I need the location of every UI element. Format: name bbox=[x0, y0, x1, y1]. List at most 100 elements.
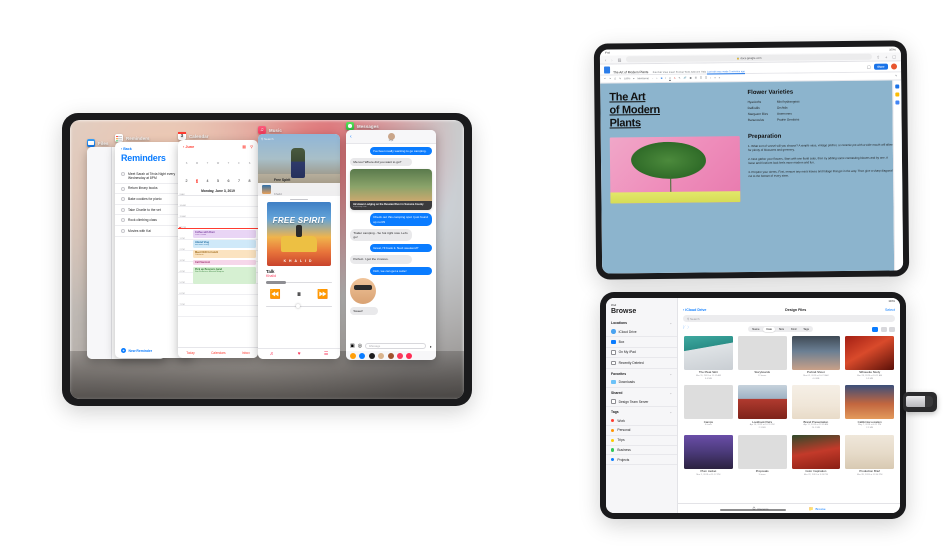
keep-icon[interactable] bbox=[895, 84, 900, 89]
checkbox-icon[interactable] bbox=[121, 171, 125, 176]
calendar-tab-calendars[interactable]: Calendars bbox=[211, 351, 226, 355]
sidebar-item-tag-projects[interactable]: Projects bbox=[606, 455, 677, 466]
rewind-icon[interactable]: ⏪ bbox=[270, 289, 281, 300]
playback-scrubber[interactable] bbox=[266, 280, 332, 285]
align-center-icon[interactable]: ☰ bbox=[700, 77, 702, 80]
sidebar-item-design-team-server[interactable]: Design Team Server bbox=[606, 397, 677, 408]
view-toggle-group[interactable] bbox=[872, 326, 895, 332]
message-input[interactable]: iMessage bbox=[365, 343, 427, 349]
line-spacing-icon[interactable]: ↕ bbox=[710, 76, 711, 79]
message-link-preview[interactable]: Airstream Lodging on the Russian River i… bbox=[350, 169, 432, 211]
message-bubble-out[interactable]: I've been really wanting to go camping. bbox=[369, 147, 432, 156]
tab-overview-icon[interactable]: ☐ bbox=[892, 54, 896, 59]
app-animoji-icon[interactable] bbox=[387, 352, 394, 359]
chevron-down-icon[interactable]: ⌄ bbox=[669, 391, 672, 395]
back-icon[interactable]: ‹ bbox=[605, 57, 606, 62]
text-color-icon[interactable]: A bbox=[674, 77, 676, 80]
app-photos-icon[interactable] bbox=[350, 352, 356, 359]
message-bubble-out[interactable]: Ooh, we can get a suite! bbox=[369, 266, 432, 275]
sidebar-item-icloud-drive[interactable]: iCloud Drive bbox=[606, 327, 677, 338]
document-title[interactable]: The Art of Modern Plants bbox=[613, 70, 648, 74]
message-bubble-in[interactable]: Sweet! bbox=[350, 306, 378, 315]
library-tab-icon[interactable]: ♬ bbox=[270, 351, 275, 357]
file-cell[interactable]: Portrait Shoot Mar 02, 2019 at 10:21 AM … bbox=[791, 336, 841, 380]
file-cell[interactable]: Production Brief Mar 28, 2019 at 12:04 P… bbox=[845, 434, 894, 477]
bullet-list-icon[interactable]: ≡ bbox=[714, 76, 715, 79]
calendar-event[interactable]: Call Santosh bbox=[193, 259, 256, 265]
file-cell[interactable]: Color Inspiration Mar 22, 2019 at 3:24 P… bbox=[791, 434, 841, 477]
docs-menubar[interactable]: File Edit View Insert Format Tools Add-o… bbox=[653, 71, 745, 74]
numbered-list-icon[interactable]: ≡ bbox=[719, 76, 720, 79]
sidebar-item-recently-deleted[interactable]: Recently Deleted bbox=[606, 358, 677, 369]
sort-option-name[interactable]: Name bbox=[749, 327, 763, 332]
calendar-tab-inbox[interactable]: Inbox bbox=[242, 351, 250, 355]
home-indicator[interactable] bbox=[720, 509, 786, 511]
calendar-event[interactable]: Pick up Boomers band San Francisco Marri… bbox=[193, 266, 256, 284]
print-icon[interactable]: ⎙ bbox=[614, 77, 616, 80]
tab-browse[interactable]: 📁 Browse bbox=[809, 506, 826, 511]
last-edit-label[interactable]: Last edit was made 5 minutes ago bbox=[707, 71, 745, 73]
font-size-increase[interactable]: + bbox=[656, 77, 657, 80]
back-button[interactable]: ‹ iCloud Drive bbox=[683, 308, 706, 312]
sidebar-item-box[interactable]: Box bbox=[606, 337, 677, 348]
memoji-sticker[interactable] bbox=[350, 277, 376, 304]
redo-icon[interactable]: ↷ bbox=[609, 77, 611, 80]
new-tab-icon[interactable]: + bbox=[885, 54, 887, 59]
underline-icon[interactable]: U bbox=[669, 77, 671, 80]
link-icon[interactable]: 🔗 bbox=[683, 77, 686, 80]
calendar-event[interactable]: Meet CEO for lunch Cafeteria bbox=[193, 249, 256, 258]
checkbox-icon[interactable] bbox=[121, 229, 125, 234]
calendar-back-month[interactable]: ‹ June bbox=[183, 145, 194, 149]
calendar-day-selected[interactable]: M 3 bbox=[194, 151, 201, 187]
account-avatar[interactable] bbox=[890, 63, 898, 70]
calendar-icon[interactable] bbox=[895, 100, 900, 105]
calendar-day[interactable]: W 5 bbox=[215, 151, 222, 187]
mini-player[interactable]: Free Spirit Khalid bbox=[258, 178, 340, 196]
sort-option-size[interactable]: Size bbox=[776, 327, 788, 332]
sidebar-item-tag-business[interactable]: Business bbox=[606, 446, 677, 456]
sidebar-item-tag-work[interactable]: Work bbox=[606, 416, 677, 427]
message-bubble-out[interactable]: Great, I'll book it. Next weekend? bbox=[369, 244, 432, 253]
volume-slider[interactable] bbox=[266, 303, 332, 309]
switcher-card-calendar[interactable]: ‹ June ▦ ⚲ S 2 M 3 T 4 W 5 T 6 F 7 S 8 M… bbox=[178, 140, 258, 358]
chevron-down-icon[interactable]: ⌄ bbox=[669, 321, 672, 325]
search-field[interactable]: ⚲ Search bbox=[261, 137, 274, 141]
calendar-day[interactable]: S 8 bbox=[246, 151, 253, 187]
italic-icon[interactable]: I bbox=[665, 77, 666, 80]
app-memoji-icon[interactable] bbox=[359, 352, 366, 359]
checkbox-icon[interactable] bbox=[121, 207, 125, 212]
checkbox-icon[interactable] bbox=[121, 186, 125, 191]
app-apple-music-icon[interactable] bbox=[396, 352, 403, 359]
switcher-card-messages[interactable]: ‹ Mya I've been really wanting to go cam… bbox=[346, 130, 436, 360]
calendar-grid[interactable]: 9 AM 10 AM 11 AM 12 PM 1 PM 2 PM 3 PM 4 … bbox=[178, 194, 258, 317]
sidebar-group-favorites[interactable]: Favorites ⌄ bbox=[606, 369, 677, 378]
calendar-tab-today[interactable]: Today bbox=[186, 351, 195, 355]
edit-mode-icon[interactable]: ✎ bbox=[895, 74, 897, 77]
sidebar-group-locations[interactable]: Locations ⌄ bbox=[606, 318, 677, 327]
calendar-event[interactable]: Attend Vlog Mid Hills Valley bbox=[193, 239, 256, 248]
bold-icon[interactable]: B bbox=[661, 77, 663, 80]
calendar-day[interactable]: F 7 bbox=[236, 151, 243, 187]
paint-format-icon[interactable]: ✎ bbox=[619, 77, 621, 80]
sidebar-item-tag-trips[interactable]: Trips bbox=[606, 436, 677, 446]
search-input[interactable]: ⚲ Search bbox=[683, 315, 895, 322]
sidebar-item-on-my-ipad[interactable]: On My iPad bbox=[606, 348, 677, 359]
switcher-card-music[interactable]: ⚲ Search Free Spirit Khalid FREE SPIRIT bbox=[258, 134, 340, 359]
message-bubble-in[interactable]: Me too! Where did you want to go? bbox=[350, 158, 413, 167]
sidebar-group-tags[interactable]: Tags ⌄ bbox=[606, 407, 677, 416]
chevron-down-icon[interactable]: ⌄ bbox=[669, 372, 672, 376]
search-icon[interactable]: ⚲ bbox=[250, 144, 253, 149]
message-bubble-in[interactable]: Trailer camping - So hot right now. Let'… bbox=[350, 228, 413, 242]
share-button[interactable]: Share bbox=[873, 63, 889, 70]
apple-pencil[interactable] bbox=[903, 392, 937, 412]
new-folder-icon[interactable]: 🗁 bbox=[683, 325, 689, 333]
calendar-view-icon[interactable]: ▦ bbox=[242, 144, 246, 149]
file-cell[interactable]: Brand Presentation Apr 11, 2019 at 12:05… bbox=[791, 385, 841, 429]
align-left-icon[interactable]: ☰ bbox=[695, 77, 697, 80]
pause-icon[interactable]: ⏸ bbox=[297, 289, 302, 300]
sort-option-date[interactable]: Date bbox=[763, 326, 776, 332]
file-cell[interactable]: Silhouette Study Mar 28, 2019 at 10:11 A… bbox=[845, 336, 894, 380]
style-select[interactable]: ▾ bbox=[633, 77, 634, 80]
sort-option-tags[interactable]: Tags bbox=[800, 327, 812, 332]
app-music-icon[interactable] bbox=[368, 352, 375, 359]
